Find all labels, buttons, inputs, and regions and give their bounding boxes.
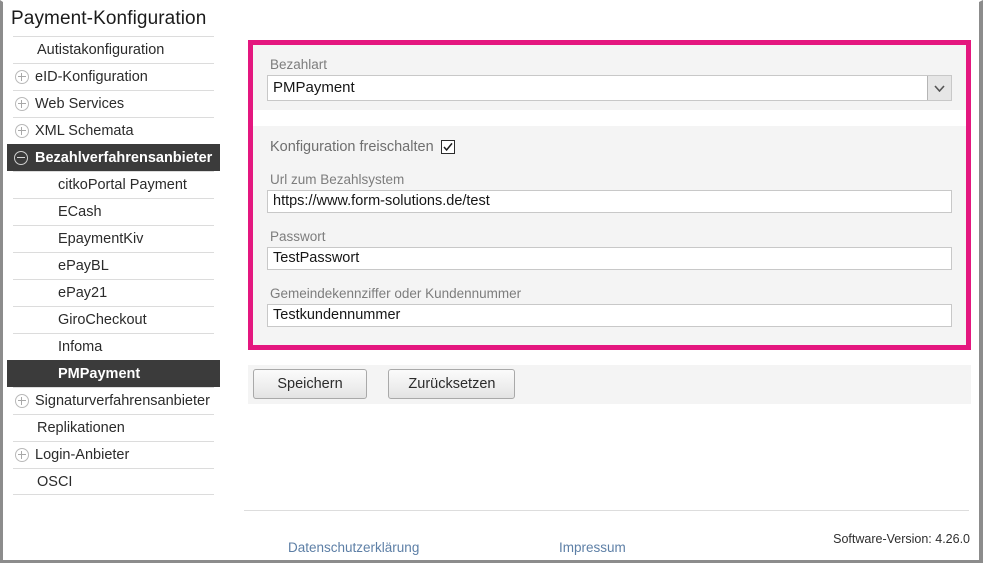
field-bezahlart: Bezahlart xyxy=(253,45,966,101)
check-icon xyxy=(443,142,453,152)
sidebar-item-label: ePay21 xyxy=(58,285,108,301)
konfiguration-freischalten-label: Konfiguration freischalten xyxy=(270,139,434,155)
sidebar-item-label: Infoma xyxy=(58,339,103,355)
sidebar-item-label: PMPayment xyxy=(58,366,141,382)
sidebar-item-epaymentkiv[interactable]: EpaymentKiv xyxy=(13,225,214,252)
collapse-minus-icon[interactable] xyxy=(14,151,28,165)
sidebar-item-label: EpaymentKiv xyxy=(58,231,144,247)
imprint-link[interactable]: Impressum xyxy=(559,540,626,555)
sidebar-item-label: eID-Konfiguration xyxy=(35,69,148,85)
sidebar-item-signaturverfahrensanbieter[interactable]: Signaturverfahrensanbieter xyxy=(13,387,214,414)
kundennummer-label: Gemeindekennziffer oder Kundennummer xyxy=(270,286,522,301)
sidebar-item-bezahlverfahrensanbieter[interactable]: Bezahlverfahrensanbieter xyxy=(7,144,220,171)
expand-plus-icon[interactable] xyxy=(15,394,29,408)
sidebar-item-label: Login-Anbieter xyxy=(35,447,130,463)
application-window: Payment-Konfiguration Autistakonfigurati… xyxy=(0,0,983,563)
sidebar-item-label: citkoPortal Payment xyxy=(58,177,187,193)
sidebar-item-autistakonfiguration[interactable]: Autistakonfiguration xyxy=(13,36,214,63)
sidebar-item-label: XML Schemata xyxy=(35,123,134,139)
save-button[interactable]: Speichern xyxy=(253,369,367,399)
sidebar-item-ecash[interactable]: ECash xyxy=(13,198,214,225)
bezahlart-select-wrapper[interactable] xyxy=(267,75,952,101)
sidebar-item-label: Replikationen xyxy=(37,420,125,436)
expand-plus-icon[interactable] xyxy=(15,97,29,111)
configuration-panel-highlight: Bezahlart Konfiguration freis xyxy=(248,40,971,350)
sidebar-item-infoma[interactable]: Infoma xyxy=(13,333,214,360)
konfiguration-freischalten-checkbox[interactable] xyxy=(440,140,455,154)
software-version-label: Software-Version: 4.26.0 xyxy=(833,532,970,546)
sidebar-item-osci[interactable]: OSCI xyxy=(13,468,214,495)
sidebar-item-epay21[interactable]: ePay21 xyxy=(13,279,214,306)
expand-plus-icon[interactable] xyxy=(15,124,29,138)
sidebar-item-label: Web Services xyxy=(35,96,125,112)
page-body: Payment-Konfiguration Autistakonfigurati… xyxy=(3,2,979,560)
field-kundennummer: Gemeindekennziffer oder Kundennummer xyxy=(253,270,966,327)
field-passwort: Passwort xyxy=(253,213,966,270)
sidebar-item-xml-schemata[interactable]: XML Schemata xyxy=(13,117,214,144)
content-area: Bezahlart Konfiguration freis xyxy=(232,2,979,560)
form-action-bar: Speichern Zurücksetzen xyxy=(248,365,971,404)
sidebar-item-epaybl[interactable]: ePayBL xyxy=(13,252,214,279)
sidebar-navigation: Payment-Konfiguration Autistakonfigurati… xyxy=(3,2,232,560)
sidebar-item-eid-konfiguration[interactable]: eID-Konfiguration xyxy=(13,63,214,90)
sidebar-item-pmpayment[interactable]: PMPayment xyxy=(7,360,220,387)
sidebar-item-replikationen[interactable]: Replikationen xyxy=(13,414,214,441)
sidebar-item-label: OSCI xyxy=(37,474,73,490)
sidebar-item-citkoportal-payment[interactable]: citkoPortal Payment xyxy=(13,171,214,198)
url-label: Url zum Bezahlsystem xyxy=(270,172,405,187)
configuration-form: Bezahlart Konfiguration freis xyxy=(253,45,966,345)
sidebar-item-label: Bezahlverfahrensanbieter xyxy=(35,150,213,166)
passwort-label: Passwort xyxy=(270,229,326,244)
kundennummer-input[interactable] xyxy=(267,304,952,327)
expand-plus-icon[interactable] xyxy=(15,70,29,84)
sidebar-item-girocheckout[interactable]: GiroCheckout xyxy=(13,306,214,333)
passwort-input[interactable] xyxy=(267,247,952,270)
sidebar-item-login-anbieter[interactable]: Login-Anbieter xyxy=(13,441,214,468)
sidebar-item-label: GiroCheckout xyxy=(58,312,147,328)
footer-divider xyxy=(244,510,969,511)
panel-separator-band xyxy=(253,110,966,126)
field-konfiguration-freischalten[interactable]: Konfiguration freischalten xyxy=(253,126,966,156)
page-title: Payment-Konfiguration xyxy=(11,8,207,29)
reset-button[interactable]: Zurücksetzen xyxy=(388,369,516,399)
chevron-down-icon[interactable] xyxy=(927,76,951,100)
page-footer: Datenschutzerklärung Impressum Software-… xyxy=(232,514,979,560)
expand-plus-icon[interactable] xyxy=(15,448,29,462)
privacy-policy-link[interactable]: Datenschutzerklärung xyxy=(288,540,419,555)
url-input[interactable] xyxy=(267,190,952,213)
bezahlart-label: Bezahlart xyxy=(270,57,328,72)
sidebar-item-label: Autistakonfiguration xyxy=(37,42,165,58)
sidebar-item-label: ECash xyxy=(58,204,102,220)
sidebar-item-label: Signaturverfahrensanbieter xyxy=(35,393,210,409)
sidebar-nav-list: Autistakonfiguration eID-Konfiguration Web… xyxy=(3,36,232,495)
sidebar-item-label: ePayBL xyxy=(58,258,109,274)
sidebar-item-web-services[interactable]: Web Services xyxy=(13,90,214,117)
bezahlart-select[interactable] xyxy=(267,75,952,101)
field-url: Url zum Bezahlsystem xyxy=(253,156,966,213)
